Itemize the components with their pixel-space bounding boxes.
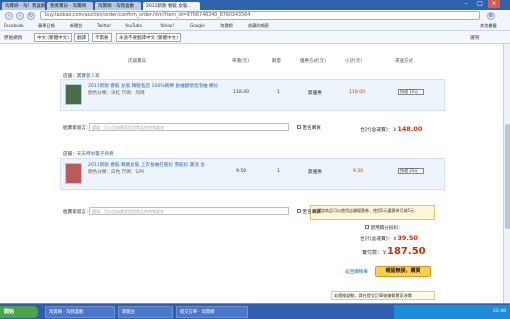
reload-icon[interactable]: ↻ — [27, 12, 35, 20]
bookmark-item[interactable]: Twitter — [97, 23, 111, 28]
translate-bar: 原始網頁 中文 (繁體中文) 翻譯 不需要 永遠不要翻譯中文 (繁體中文) 選項 — [0, 31, 510, 44]
col-header: 店舖寶貝 — [128, 59, 146, 64]
wrench-icon[interactable]: ⚙ — [487, 12, 495, 20]
shop-total: 合計(含運費)：￥148.00 — [360, 125, 423, 133]
unit-price: 9.50 — [236, 169, 247, 174]
col-header: 小計(元) — [345, 59, 363, 64]
bookmark-bar: Facebook 蘋果日報 新聞台 Twitter YouTube Yahoo!… — [0, 22, 510, 31]
order-page: 店舖寶貝 單價(元) 數量 優惠方式(元) 小計(元) 運送方式 店鋪：寶寶愛人… — [0, 44, 510, 303]
points-checkbox[interactable]: 使用積分抵扣： — [365, 225, 403, 231]
message-input[interactable]: 選填：可以告訴賣家您對商品的特殊要求 — [89, 207, 289, 215]
discount: 無優惠 — [308, 170, 322, 175]
coupon-notice: 店鋪該商品可以使用店鋪優惠券，使用5元優惠券可減5元 — [310, 205, 435, 220]
bookmark-item[interactable]: 新聞台 — [70, 23, 83, 29]
unit-price: 118.00 — [233, 90, 250, 95]
taskbar: 開始 淘寶網 - 淘我喜歡 新聞台 提交訂單 - 淘寶網 22:48 — [0, 303, 510, 319]
taskbar-item[interactable]: 提交訂單 - 淘寶網 — [176, 306, 248, 318]
url-input[interactable]: buy.taobao.com/auction/order/confirm_ord… — [40, 11, 480, 20]
quantity: 1 — [277, 169, 280, 174]
shipping-select[interactable]: 快遞 10元 — [398, 89, 424, 95]
anonymous-checkbox[interactable]: 匿名購買 — [297, 125, 321, 131]
tab-1[interactable]: 淘寶網 - 淘！我喜歡 — [2, 2, 45, 10]
translate-label: 原始網頁 — [4, 36, 23, 41]
bookmark-item[interactable]: YouTube — [125, 23, 142, 28]
shop-total: 合計(含運費)：￥39.50 — [360, 234, 418, 242]
bookmark-item[interactable]: Yahoo! — [160, 23, 174, 28]
scrollbar-thumb[interactable] — [505, 124, 510, 229]
other-bookmarks[interactable]: 其他書籤 — [480, 23, 497, 29]
shop-name[interactable]: 店鋪：天天時尚電子商務 — [63, 151, 114, 157]
options-link[interactable]: 選項 — [470, 35, 479, 41]
item-attrs: 顏色分類：深紅 尺碼：均碼 — [88, 91, 145, 96]
close-icon[interactable]: × — [488, 0, 500, 8]
item-title[interactable]: 2011新款 春裝 女裝 韓版名店 100%純棉 長袖翻領泡泡袖 襯衫 — [88, 83, 218, 89]
message-label: 給賣家留言： — [63, 210, 91, 215]
product-image[interactable] — [65, 163, 82, 184]
quantity: 1 — [277, 90, 280, 95]
subtotal: 118.00 — [349, 90, 366, 95]
submit-order-button[interactable]: 確認無誤，購買 — [375, 266, 431, 277]
item-row: 2011新款 春裝 韓版女裝 上衣長袖打底衫 雪紡衫 潮流 女 顏色分類：白色 … — [60, 158, 445, 190]
price-note: 若價格變動，請在提交訂單後聯繫賣家改價 — [331, 291, 435, 300]
taskbar-item[interactable]: 新聞台 — [118, 306, 173, 318]
tab-2[interactable]: 我要寶貝 - 淘寶網 — [47, 2, 93, 10]
minimize-icon[interactable]: – — [460, 0, 472, 8]
translate-button[interactable]: 翻譯 — [74, 33, 89, 42]
no-translate-button[interactable]: 不需要 — [92, 33, 112, 42]
grand-total: 實付款：￥187.50 — [362, 246, 426, 257]
never-translate-button[interactable]: 永遠不要翻譯中文 (繁體中文) — [116, 33, 181, 42]
item-row: 2011新款 春裝 女裝 韓版名店 100%純棉 長袖翻領泡泡袖 襯衫 顏色分類… — [60, 79, 445, 111]
item-title[interactable]: 2011新款 春裝 韓版女裝 上衣長袖打底衫 雪紡衫 潮流 女 — [88, 162, 205, 168]
taskbar-item[interactable]: 淘寶網 - 淘我喜歡 — [45, 306, 115, 318]
language-select[interactable]: 中文 (繁體中文) — [34, 33, 72, 42]
system-tray: 22:48 — [394, 305, 510, 319]
bookmark-item[interactable]: Facebook — [4, 23, 24, 28]
bookmark-item[interactable]: 收藏的網頁 — [248, 23, 269, 29]
col-header: 數量 — [272, 59, 281, 64]
tab-4[interactable]: 2011新款 春裝 女裝... — [143, 2, 200, 10]
product-image[interactable] — [65, 84, 82, 105]
col-header: 運送方式 — [395, 59, 413, 64]
discount: 無優惠 — [308, 91, 322, 96]
forward-icon[interactable]: › — [16, 12, 24, 20]
address-bar: ‹ › ↻ buy.taobao.com/auction/order/confi… — [0, 10, 510, 22]
item-attrs: 顏色分類：白色 尺碼：S/M — [88, 170, 144, 175]
start-button[interactable]: 開始 — [0, 306, 38, 318]
maximize-icon[interactable]: □ — [474, 0, 486, 8]
col-header: 單價(元) — [232, 59, 250, 64]
bookmark-item[interactable]: Google — [190, 23, 205, 28]
scrollbar[interactable] — [503, 44, 510, 303]
message-label: 給賣家留言： — [63, 126, 91, 131]
back-to-cart-link[interactable]: 返回購物車 — [345, 269, 368, 275]
subtotal: 9.50 — [353, 169, 364, 174]
bookmark-item[interactable]: 淘寶網 — [220, 23, 233, 29]
clock: 22:48 — [493, 309, 506, 314]
back-icon[interactable]: ‹ — [5, 12, 13, 20]
shipping-select[interactable]: 快遞 20元 — [398, 168, 424, 174]
message-input[interactable]: 選填：可以告訴賣家您對商品的特殊要求 — [89, 123, 289, 131]
browser-tab-bar: 淘寶網 - 淘！我喜歡 我要寶貝 - 淘寶網 淘寶網 - 淘我喜歡 2011新款… — [0, 0, 510, 10]
bookmark-item[interactable]: 蘋果日報 — [38, 23, 55, 29]
tab-3[interactable]: 淘寶網 - 淘我喜歡 — [95, 2, 141, 10]
col-header: 優惠方式(元) — [300, 59, 327, 64]
anonymous-checkbox[interactable]: 匿名購買 — [297, 209, 321, 215]
